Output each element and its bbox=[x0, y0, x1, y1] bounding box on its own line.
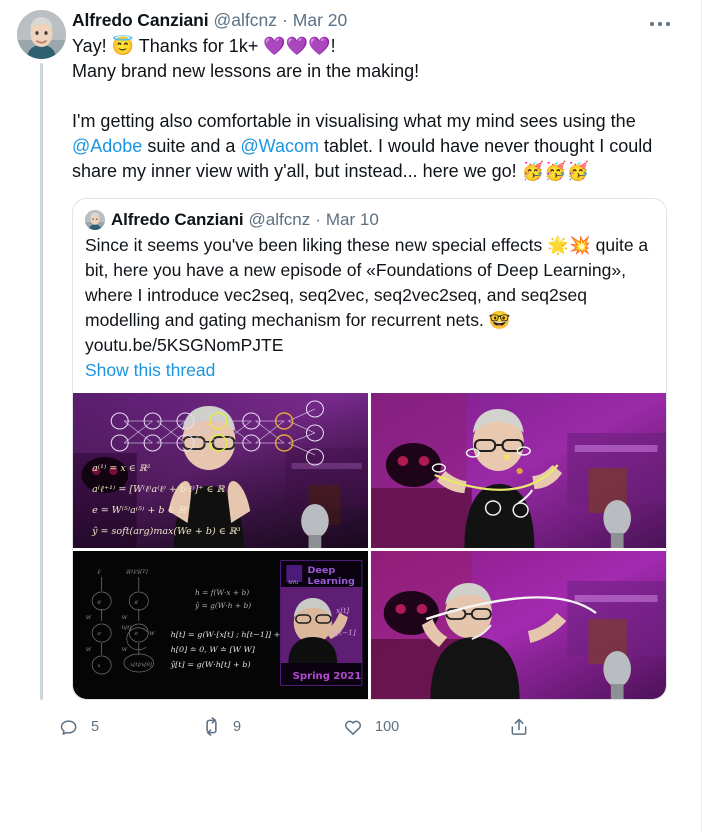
retweet-count: 9 bbox=[233, 718, 242, 735]
svg-text:W: W bbox=[86, 615, 92, 621]
thread-connector-line bbox=[39, 63, 43, 700]
retweet-button[interactable]: 9 bbox=[200, 716, 342, 738]
quoted-url[interactable]: youtu.be/5KSGNomPJTE bbox=[85, 335, 283, 355]
tweet-paragraph-2: I'm getting also comfortable in visualis… bbox=[72, 109, 685, 184]
tweet-paragraph-2-part-b: suite and a bbox=[142, 135, 241, 156]
svg-text:ŷ = soft(arg)max(We + b) ∈ ℝ³: ŷ = soft(arg)max(We + b) ∈ ℝ³ bbox=[91, 526, 241, 537]
svg-text:h[t]: h[t] bbox=[122, 625, 133, 631]
avatar[interactable] bbox=[16, 10, 66, 59]
quoted-author-display-name[interactable]: Alfredo Canziani bbox=[111, 210, 244, 230]
svg-text:ŷ: ŷ bbox=[96, 568, 100, 575]
quoted-link-block: youtu.be/5KSGNomPJTE Show this thread bbox=[73, 333, 666, 393]
show-this-thread-link[interactable]: Show this thread bbox=[85, 358, 654, 383]
svg-text:h[t] = g(W·[x[t] ; h[t−1]] + b: h[t] = g(W·[x[t] ; h[t−1]] + b) bbox=[171, 630, 292, 639]
media-item-presenter-stretched-curve-video[interactable] bbox=[371, 550, 666, 699]
like-count: 100 bbox=[375, 718, 400, 735]
avatar-column bbox=[12, 10, 70, 700]
svg-text:e = W⁽⁵⁾a⁽⁵⁾ + b ∈ ℝ³: e = W⁽⁵⁾a⁽⁵⁾ + b ∈ ℝ³ bbox=[92, 505, 190, 516]
reply-icon bbox=[58, 716, 80, 738]
media-item-rnn-equations-slide[interactable]: ŷ ŷ[t]/ŷ[T] W W W W W h[t] gg σσ x x[t]/x bbox=[73, 550, 368, 699]
retweet-icon bbox=[200, 716, 222, 738]
mention-wacom[interactable]: @Wacom bbox=[240, 136, 319, 156]
svg-text:a⁽ℓ⁺¹⁾ = [W⁽ℓ⁾a⁽ℓ⁾ + b⁽ℓ⁾]⁺ ∈: a⁽ℓ⁺¹⁾ = [W⁽ℓ⁾a⁽ℓ⁾ + b⁽ℓ⁾]⁺ ∈ ℝ bbox=[92, 484, 226, 495]
svg-text:h[0] ≐ 0, W ≐ [W W]: h[0] ≐ 0, W ≐ [W W] bbox=[171, 645, 256, 654]
svg-text:Spring 2021: Spring 2021 bbox=[293, 671, 362, 682]
svg-text:x[t]: x[t] bbox=[336, 606, 349, 615]
author-display-name[interactable]: Alfredo Canziani bbox=[72, 10, 209, 32]
svg-text:a⁽¹⁾ = x ∈ ℝ²: a⁽¹⁾ = x ∈ ℝ² bbox=[92, 463, 151, 474]
more-options-button[interactable] bbox=[643, 12, 677, 36]
tweet-line-2: Many brand new lessons are in the making… bbox=[72, 60, 420, 81]
mention-adobe[interactable]: @Adobe bbox=[72, 136, 142, 156]
name-separator: · bbox=[281, 10, 288, 30]
svg-text:NYU: NYU bbox=[288, 580, 298, 586]
reply-button[interactable]: 5 bbox=[58, 716, 200, 738]
svg-text:W: W bbox=[86, 647, 92, 653]
media-item-presenter-gesturing-video[interactable] bbox=[371, 392, 666, 548]
share-button[interactable] bbox=[508, 716, 541, 738]
svg-text:x[t−1]: x[t−1] bbox=[332, 628, 356, 637]
tweet-content: Alfredo Canziani @alfcnz · Mar 20 Yay! 😇… bbox=[70, 10, 689, 700]
heart-icon bbox=[342, 716, 364, 738]
tweet-action-bar: 5 9 100 bbox=[0, 702, 701, 748]
reply-count: 5 bbox=[91, 718, 100, 735]
tweet-detail-page: Alfredo Canziani @alfcnz · Mar 20 Yay! 😇… bbox=[0, 0, 702, 832]
tweet-body: Yay! 😇 Thanks for 1k+ 💜💜💜! Many brand ne… bbox=[72, 34, 685, 184]
quoted-tweet-body: Since it seems you've been liking these … bbox=[85, 234, 649, 330]
svg-text:Learning: Learning bbox=[308, 576, 355, 587]
svg-text:ŷ[t] = g(W·h[t] + b): ŷ[t] = g(W·h[t] + b) bbox=[170, 660, 251, 669]
svg-text:W: W bbox=[122, 615, 128, 621]
svg-text:ŷ = g(W·h + b): ŷ = g(W·h + b) bbox=[194, 601, 251, 610]
more-dot-3 bbox=[666, 22, 670, 26]
quoted-author-row: Alfredo Canziani @alfcnz · Mar 10 bbox=[73, 199, 666, 230]
more-dot-1 bbox=[650, 22, 654, 26]
tweet-date[interactable]: Mar 20 bbox=[293, 10, 347, 32]
main-tweet: Alfredo Canziani @alfcnz · Mar 20 Yay! 😇… bbox=[0, 0, 701, 700]
tweet-line-1: Yay! 😇 Thanks for 1k+ 💜💜💜! bbox=[72, 35, 336, 56]
share-icon bbox=[508, 716, 530, 738]
quoted-author-handle: @alfcnz bbox=[248, 209, 311, 229]
tweet-paragraph-2-part-a: I'm getting also comfortable in visualis… bbox=[72, 110, 636, 131]
svg-text:ŷ[t]/ŷ[T]: ŷ[t]/ŷ[T] bbox=[125, 568, 149, 575]
quoted-tweet-date: Mar 10 bbox=[325, 209, 379, 229]
svg-text:W: W bbox=[122, 647, 128, 653]
quoted-avatar[interactable] bbox=[85, 209, 105, 230]
author-row: Alfredo Canziani @alfcnz · Mar 20 bbox=[72, 10, 685, 32]
like-button[interactable]: 100 bbox=[342, 716, 484, 738]
more-dot-2 bbox=[658, 22, 662, 26]
media-item-neural-network-overlay-video[interactable]: a⁽¹⁾ = x ∈ ℝ² a⁽ℓ⁺¹⁾ = [W⁽ℓ⁾a⁽ℓ⁾ + b⁽ℓ⁾]… bbox=[73, 392, 368, 548]
svg-text:x[t]/x[0]: x[t]/x[0] bbox=[130, 662, 153, 668]
quoted-tweet-card[interactable]: Alfredo Canziani @alfcnz · Mar 10 Since … bbox=[72, 197, 667, 700]
svg-text:σ: σ bbox=[135, 631, 139, 637]
svg-text:Deep: Deep bbox=[308, 565, 336, 576]
quoted-name-separator: · bbox=[315, 209, 321, 229]
author-handle[interactable]: @alfcnz bbox=[213, 10, 276, 32]
svg-text:σ: σ bbox=[97, 631, 101, 637]
svg-text:h = f(W·x + b): h = f(W·x + b) bbox=[195, 588, 249, 597]
svg-text:x: x bbox=[97, 663, 100, 669]
svg-text:W: W bbox=[149, 631, 155, 637]
media-grid: a⁽¹⁾ = x ∈ ℝ² a⁽ℓ⁺¹⁾ = [W⁽ℓ⁾a⁽ℓ⁾ + b⁽ℓ⁾]… bbox=[73, 392, 666, 699]
